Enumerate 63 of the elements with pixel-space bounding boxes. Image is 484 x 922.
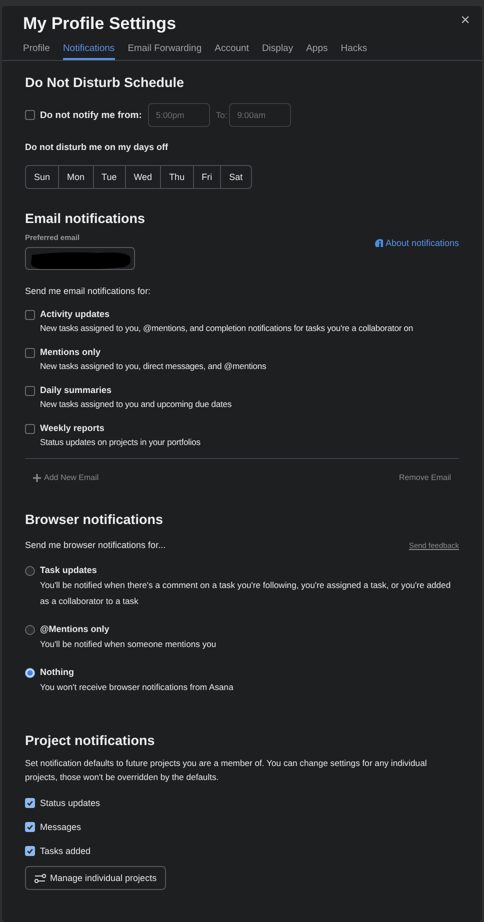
option-label: Mentions only — [40, 346, 102, 358]
option-label: Daily summaries — [40, 384, 113, 396]
section-heading: Browser notifications — [25, 512, 164, 528]
option-label: @Mentions only — [40, 623, 110, 635]
tab[interactable]: Apps — [306, 41, 328, 60]
checkbox[interactable] — [25, 310, 35, 320]
tab[interactable]: Email Forwarding — [128, 41, 202, 60]
info-icon — [375, 239, 384, 247]
option-description: New tasks assigned to you, @mentions, and completion notifications for tasks you're a collaborator on — [40, 322, 414, 334]
option-label: Activity updates — [40, 308, 111, 320]
section-description: Set notification defaults to future projects you are a member of. You can change settings for any individual projects, those won't be overridden by the defaults. — [25, 757, 428, 784]
option-description: Status updates on projects in your portfolios — [40, 436, 200, 448]
checkbox[interactable] — [25, 386, 35, 396]
day-toggle[interactable]: Fri — [192, 166, 220, 188]
field-label: To: — [216, 110, 228, 120]
intro-text: Send me browser notifications for... — [25, 540, 166, 550]
checkbox[interactable] — [25, 798, 35, 808]
checkbox-label: Messages — [40, 822, 82, 832]
sliders-icon — [34, 873, 46, 883]
day-toggle[interactable]: Mon — [58, 166, 93, 188]
radio-button[interactable] — [25, 566, 35, 576]
option-description: You'll be notified when there's a comment on a task you're following, you're assigned a task, or you're added as a collaborator to a task — [40, 579, 452, 608]
option-label: Weekly reports — [40, 422, 106, 434]
option-label: Task updates — [40, 564, 98, 576]
radio-button[interactable] — [25, 668, 35, 678]
checkbox[interactable] — [25, 846, 35, 856]
tab[interactable]: Display — [262, 41, 294, 60]
checkbox-label: Tasks added — [40, 846, 91, 856]
about-link[interactable]: About notifications — [375, 238, 459, 248]
option-description: New tasks assigned to you, direct messages, and @mentions — [40, 360, 266, 372]
intro-text: Send me email notifications for: — [25, 286, 152, 296]
tab[interactable]: Account — [214, 41, 249, 60]
time-field[interactable]: 9:00am — [229, 103, 292, 127]
checkbox-label: Do not notify me from: — [40, 110, 142, 120]
field-label: Do not disturb me on my days off — [25, 142, 170, 152]
tab[interactable]: Hacks — [340, 41, 368, 60]
day-toggle[interactable]: Thu — [160, 166, 193, 188]
section-heading: Project notifications — [25, 733, 156, 749]
day-toggle[interactable]: Sat — [220, 166, 251, 188]
window-title: My Profile Settings — [23, 14, 176, 34]
section-heading: Email notifications — [25, 211, 146, 227]
option-description: New tasks assigned to you and upcoming due dates — [40, 398, 232, 410]
checkbox-label: Status updates — [40, 798, 100, 808]
add-email-button[interactable]: Add New Email — [33, 473, 99, 482]
manage-projects-button[interactable]: Manage individual projects — [25, 866, 166, 890]
checkbox[interactable] — [25, 822, 35, 832]
checkbox[interactable] — [25, 348, 35, 358]
remove-email-button[interactable]: Remove Email — [398, 473, 451, 482]
option-label: Nothing — [40, 666, 75, 678]
day-toggle[interactable]: Sun — [26, 166, 58, 188]
day-toggle[interactable]: Tue — [92, 166, 125, 188]
option-description: You'll be notified when someone mentions you — [40, 638, 216, 651]
tab[interactable]: Profile — [23, 41, 50, 60]
plus-icon — [33, 474, 41, 482]
day-toggle[interactable]: Wed — [124, 166, 160, 188]
tab[interactable]: Notifications — [62, 41, 115, 60]
radio-button[interactable] — [25, 625, 35, 635]
close-button[interactable]: × — [458, 14, 472, 28]
checkbox[interactable] — [25, 424, 35, 434]
option-description: You won't receive browser notifications from Asana — [40, 681, 234, 694]
checkbox[interactable] — [25, 110, 35, 120]
time-field[interactable]: 5:00pm — [148, 103, 210, 127]
section-heading: Do Not Disturb Schedule — [25, 75, 186, 91]
